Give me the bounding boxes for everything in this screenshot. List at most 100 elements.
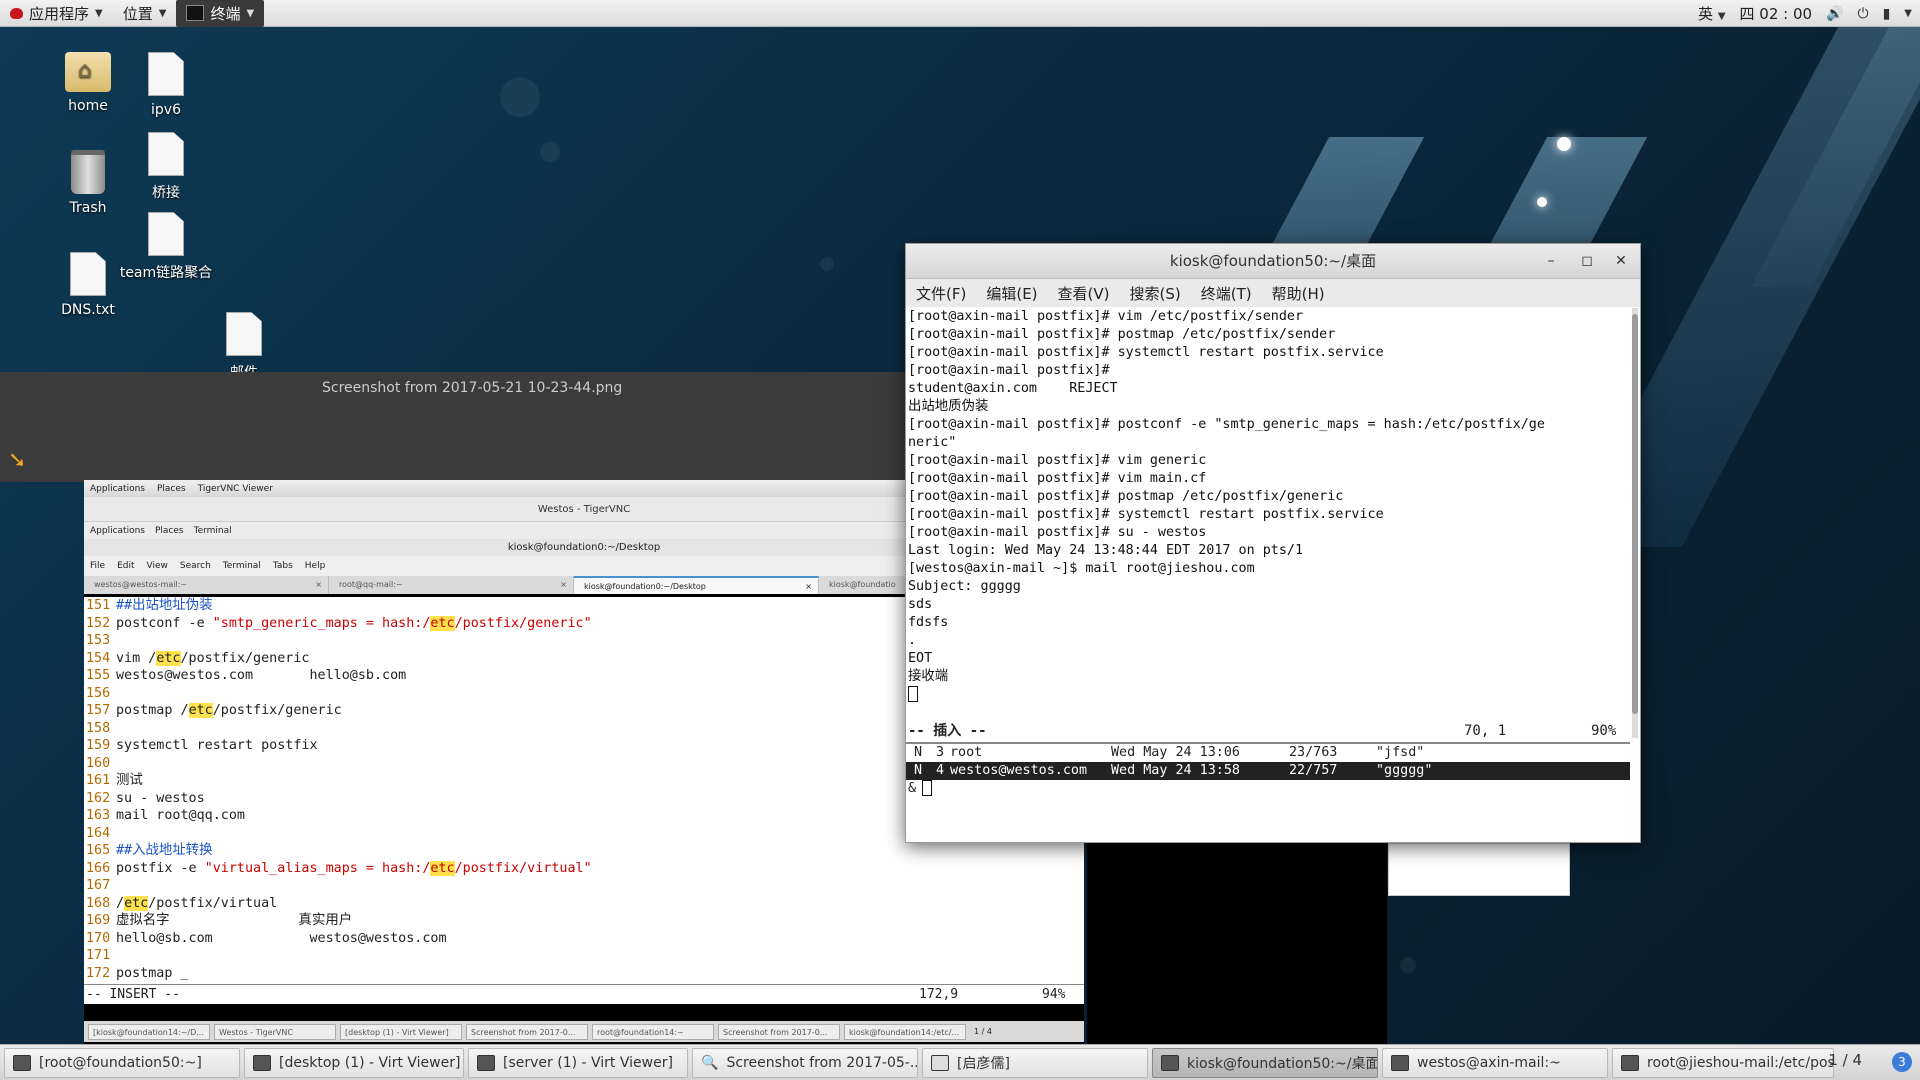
vim-line: 167 bbox=[86, 877, 1084, 895]
remote-places-menu[interactable]: Places bbox=[155, 526, 184, 536]
mail-date: Wed May 24 13:58 bbox=[1111, 763, 1240, 778]
notification-badge[interactable]: 3 bbox=[1892, 1052, 1912, 1072]
menu-terminal[interactable]: 终端(T) bbox=[1201, 283, 1252, 304]
menu-terminal[interactable]: Terminal bbox=[223, 561, 261, 571]
desktop-icon-dns[interactable]: DNS.txt bbox=[38, 252, 138, 318]
task-root-foundation[interactable]: [root@foundation50:~] bbox=[4, 1047, 240, 1078]
maximize-icon[interactable]: ◻ bbox=[1572, 244, 1602, 279]
vim-text: postconf -e bbox=[116, 615, 213, 631]
terminal-scrollbar[interactable] bbox=[1632, 308, 1638, 738]
mail-date: Wed May 24 13:06 bbox=[1111, 745, 1240, 760]
vnc-applications-menu[interactable]: Applications bbox=[90, 484, 145, 494]
vim-scroll-percent: 94% bbox=[1042, 987, 1066, 1002]
terminal-cursor-line bbox=[908, 686, 1630, 704]
mail-from: root bbox=[950, 745, 983, 760]
close-icon[interactable]: × bbox=[560, 576, 567, 594]
terminal-output[interactable]: [root@axin-mail postfix]# vim /etc/postf… bbox=[906, 308, 1630, 738]
remote-task[interactable]: Screenshot from 2017-0... bbox=[466, 1023, 588, 1040]
vim-text: ##入战地址转换 bbox=[116, 843, 213, 858]
task-kiosk-terminal[interactable]: kiosk@foundation50:~/桌面 bbox=[1152, 1047, 1378, 1078]
vim-line-number: 168 bbox=[86, 895, 111, 911]
scrollbar-thumb[interactable] bbox=[1632, 314, 1638, 714]
vim-text: 测试 bbox=[116, 773, 143, 788]
minimize-icon[interactable]: – bbox=[1536, 244, 1566, 279]
remote-task[interactable]: root@foundation14:~ bbox=[592, 1023, 714, 1040]
remote-applications-menu[interactable]: Applications bbox=[90, 526, 145, 536]
menu-edit[interactable]: 编辑(E) bbox=[986, 283, 1037, 304]
desktop-icon-bridge[interactable]: 桥接 bbox=[116, 132, 216, 202]
vim-text: etc bbox=[430, 860, 455, 876]
terminal-line: [root@axin-mail postfix]# systemctl rest… bbox=[908, 345, 1384, 360]
mail-row[interactable]: N 3 root Wed May 24 13:06 23/763 "jfsd" bbox=[906, 744, 1630, 762]
volume-icon[interactable]: 🔊 bbox=[1826, 6, 1843, 22]
close-icon[interactable]: ✕ bbox=[1606, 244, 1636, 279]
input-method-indicator[interactable]: 英 ▼ bbox=[1698, 3, 1726, 24]
power-icon[interactable]: ⏻ bbox=[1858, 6, 1869, 22]
menu-help[interactable]: 帮助(H) bbox=[1272, 283, 1325, 304]
task-screenshot[interactable]: 🔍 Screenshot from 2017-05-... bbox=[692, 1047, 918, 1078]
remote-workspace[interactable]: 1 / 4 bbox=[970, 1027, 996, 1036]
tab-westos-mail[interactable]: westos@westos-mail:~ × bbox=[84, 576, 329, 594]
terminal-icon bbox=[1391, 1054, 1409, 1071]
background-black-area bbox=[1087, 843, 1387, 1045]
vim-line-number: 166 bbox=[86, 860, 111, 876]
terminal-line: [root@axin-mail postfix]# su - westos bbox=[908, 525, 1207, 540]
vim-text: etc bbox=[124, 895, 149, 911]
menu-file[interactable]: File bbox=[90, 561, 105, 571]
task-jieshou-terminal[interactable]: root@jieshou-mail:/etc/pos... bbox=[1612, 1047, 1834, 1078]
vim-text: su - westos bbox=[116, 790, 205, 806]
tab-qq-mail[interactable]: root@qq-mail:~ × bbox=[329, 576, 574, 594]
menu-edit[interactable]: Edit bbox=[117, 561, 134, 571]
remote-task[interactable]: [desktop (1) - Virt Viewer] bbox=[340, 1023, 462, 1040]
vnc-viewer-menu[interactable]: TigerVNC Viewer bbox=[198, 484, 273, 494]
close-icon[interactable]: × bbox=[315, 576, 322, 594]
remote-task[interactable]: Screenshot from 2017-0... bbox=[718, 1023, 840, 1040]
system-menu-arrow-icon[interactable]: ▼ bbox=[1904, 8, 1912, 19]
task-qiyanru[interactable]: [启彦儒] bbox=[922, 1047, 1148, 1078]
vim-text: etc bbox=[156, 650, 181, 666]
battery-icon[interactable]: ▮ bbox=[1883, 6, 1891, 22]
workspace-indicator[interactable]: 1 / 4 bbox=[1828, 1051, 1862, 1069]
vim-line-number: 162 bbox=[86, 790, 111, 806]
task-westos-terminal[interactable]: westos@axin-mail:~ bbox=[1382, 1047, 1608, 1078]
desktop-icon-mail[interactable]: 邮件 bbox=[194, 312, 294, 372]
desktop-icon-ipv6[interactable]: ipv6 bbox=[116, 52, 216, 118]
tab-desktop[interactable]: kiosk@foundation0:~/Desktop × bbox=[574, 576, 819, 594]
remote-task[interactable]: kiosk@foundation14:/etc/... bbox=[844, 1023, 966, 1040]
mail-prompt[interactable]: & bbox=[906, 780, 1630, 798]
terminal-line: neric" bbox=[908, 435, 957, 450]
terminal-line: fdsfs bbox=[908, 615, 949, 630]
task-server-viewer[interactable]: [server (1) - Virt Viewer] bbox=[468, 1047, 688, 1078]
applications-menu[interactable]: 应用程序 ▼ bbox=[0, 0, 113, 27]
vim-line-number: 169 bbox=[86, 913, 111, 928]
vim-text: postmap _ bbox=[116, 965, 189, 981]
places-menu[interactable]: 位置 ▼ bbox=[113, 0, 177, 27]
terminal-titlebar[interactable]: kiosk@foundation50:~/桌面 – ◻ ✕ bbox=[906, 244, 1640, 279]
terminal-line: [root@axin-mail postfix]# bbox=[908, 363, 1110, 378]
task-desktop-viewer[interactable]: [desktop (1) - Virt Viewer] bbox=[244, 1047, 464, 1078]
text-cursor bbox=[908, 686, 918, 702]
vnc-places-menu[interactable]: Places bbox=[157, 484, 186, 494]
vim-line: 165 ##入战地址转换 bbox=[86, 842, 1084, 860]
terminal-app-menu[interactable]: 终端 ▼ bbox=[176, 0, 265, 27]
remote-terminal-menu[interactable]: Terminal bbox=[194, 526, 232, 536]
menu-file[interactable]: 文件(F) bbox=[916, 283, 966, 304]
vim-line-number: 154 bbox=[86, 650, 111, 666]
remote-task[interactable]: [kiosk@foundation14:~/D... bbox=[88, 1023, 210, 1040]
menu-tabs[interactable]: Tabs bbox=[273, 561, 293, 571]
clock[interactable]: 四 02 : 00 bbox=[1740, 3, 1813, 24]
places-label: 位置 bbox=[122, 4, 153, 23]
vim-line-number: 151 bbox=[86, 598, 111, 613]
vim-text: "smtp_generic_maps = hash:/ bbox=[212, 615, 431, 631]
file-icon bbox=[226, 312, 262, 356]
menu-view[interactable]: 查看(V) bbox=[1058, 283, 1110, 304]
vim-line-number: 171 bbox=[86, 948, 111, 963]
menu-search[interactable]: 搜索(S) bbox=[1130, 283, 1181, 304]
remote-task[interactable]: Westos - TigerVNC bbox=[214, 1023, 336, 1040]
menu-search[interactable]: Search bbox=[180, 561, 211, 571]
menu-view[interactable]: View bbox=[147, 561, 168, 571]
close-icon[interactable]: × bbox=[805, 578, 812, 594]
rotate-arrow-icon[interactable]: ➘ bbox=[8, 448, 26, 473]
mail-row[interactable]: N 4 westos@westos.com Wed May 24 13:58 22/75… bbox=[906, 762, 1630, 780]
menu-help[interactable]: Help bbox=[305, 561, 326, 571]
